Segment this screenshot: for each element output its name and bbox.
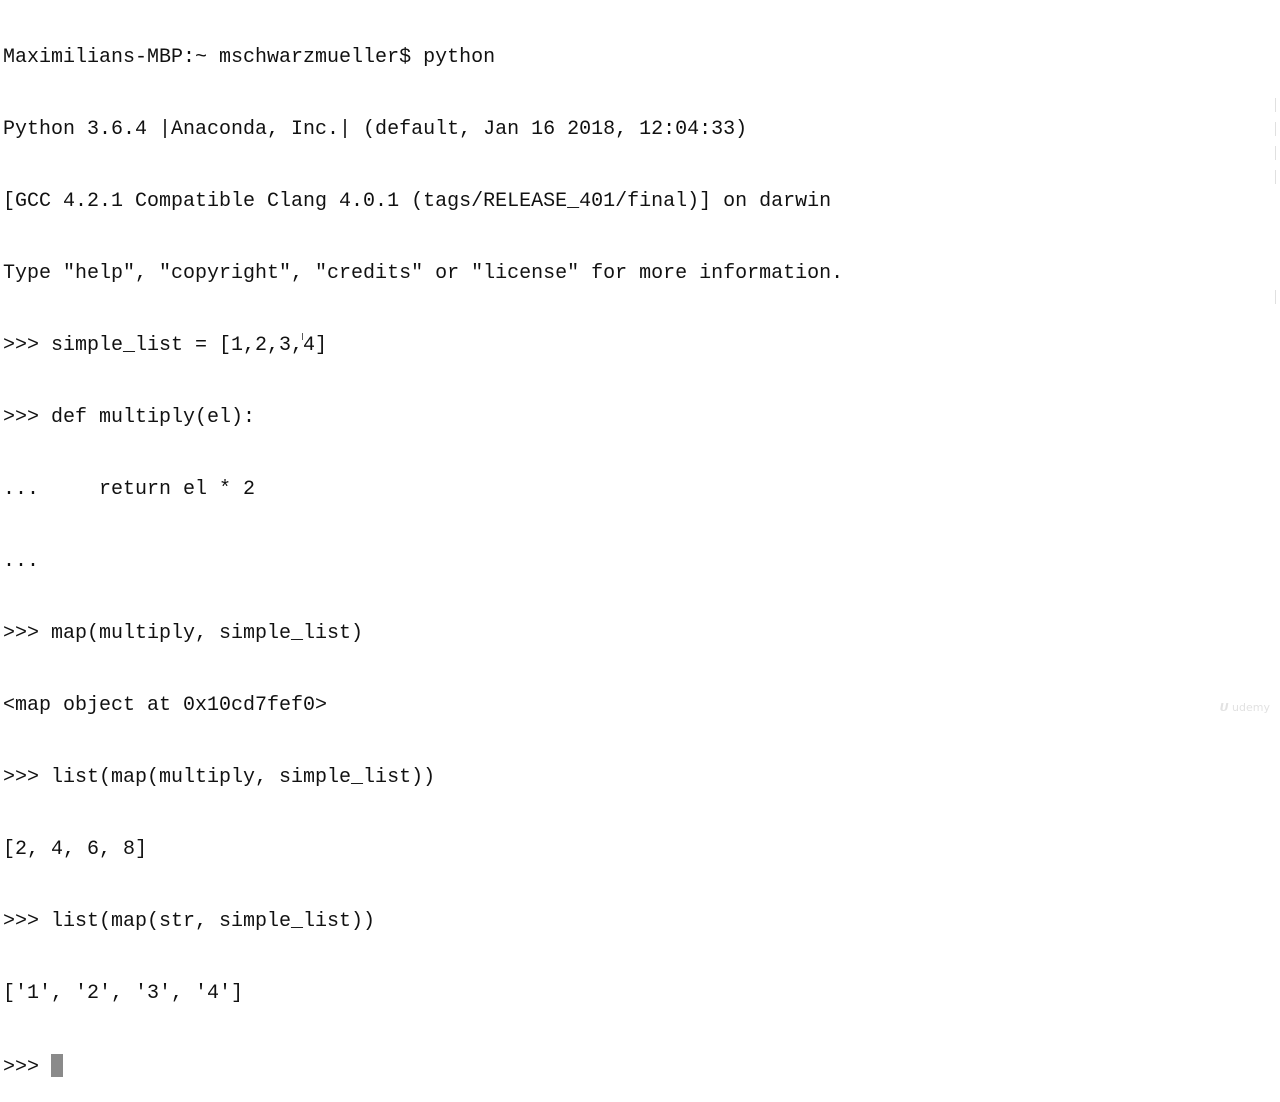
terminal-line: [2, 4, 6, 8] — [3, 838, 148, 861]
prompt: >>> — [3, 1056, 52, 1079]
divider — [1275, 122, 1276, 136]
terminal-line: ['1', '2', '3', '4'] — [3, 982, 244, 1005]
terminal-line: ... — [3, 550, 40, 573]
divider — [1275, 170, 1276, 184]
divider — [1275, 290, 1276, 304]
input-line[interactable]: >>> — [3, 1054, 1280, 1079]
terminal-line: Python 3.6.4 |Anaconda, Inc.| (default, … — [3, 118, 748, 141]
terminal-line: >>> list(map(str, simple_list)) — [3, 910, 376, 933]
terminal-line: Type "help", "copyright", "credits" or "… — [3, 262, 844, 285]
divider — [1275, 146, 1276, 160]
terminal-line: >>> simple_list = [1,2,3,4] — [3, 334, 328, 357]
terminal-line: >>> def multiply(el): — [3, 406, 256, 429]
divider — [1275, 98, 1276, 112]
terminal-line: <map object at 0x10cd7fef0> — [3, 694, 328, 717]
terminal-line: >>> map(multiply, simple_list) — [3, 622, 364, 645]
mouse-ibeam-icon: I — [301, 332, 304, 343]
terminal-line: [GCC 4.2.1 Compatible Clang 4.0.1 (tags/… — [3, 190, 832, 213]
terminal-line: >>> list(map(multiply, simple_list)) — [3, 766, 436, 789]
terminal-line: ... return el * 2 — [3, 478, 256, 501]
terminal-output[interactable]: Maximilians-MBP:~ mschwarzmueller$ pytho… — [3, 0, 1280, 1079]
text-cursor — [51, 1054, 64, 1077]
terminal-line: Maximilians-MBP:~ mschwarzmueller$ pytho… — [3, 46, 496, 69]
watermark-logo: 𝙐 udemy — [1219, 701, 1270, 714]
